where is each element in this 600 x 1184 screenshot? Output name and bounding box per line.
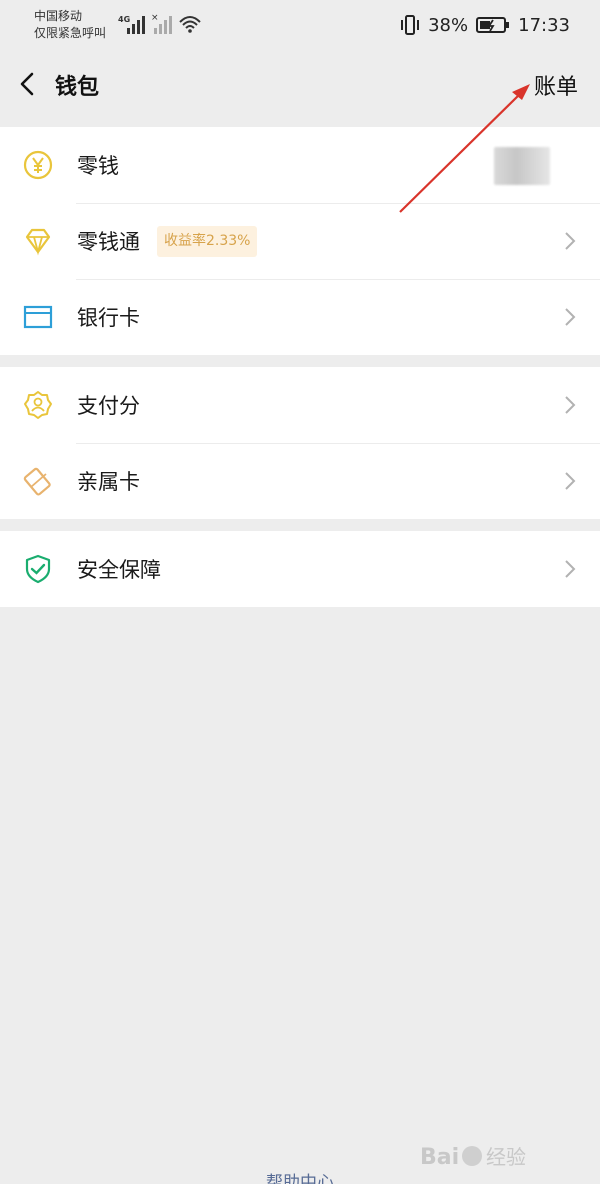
diamond-icon — [25, 228, 51, 256]
list-item-label: 零钱通 — [77, 230, 140, 254]
carrier-name: 中国移动 — [34, 9, 83, 23]
list-item-label: 零钱 — [77, 154, 119, 178]
svg-text:Bai: Bai — [420, 1145, 459, 1170]
list-item-label: 安全保障 — [77, 558, 161, 582]
family-card-icon — [23, 467, 51, 496]
chevron-right-icon — [565, 232, 576, 250]
chevron-right-icon — [565, 560, 576, 578]
vibrate-icon — [401, 15, 420, 35]
badge-person-icon — [24, 391, 52, 419]
clock: 17:33 — [518, 14, 570, 36]
list-item-label: 银行卡 — [77, 306, 140, 330]
list-item-label: 支付分 — [77, 394, 140, 418]
list-item-change[interactable]: 零钱 — [0, 127, 600, 203]
battery-percent: 38% — [428, 14, 469, 36]
shield-check-icon — [25, 554, 51, 584]
bank-card-icon — [23, 305, 53, 329]
list-item-lingqiantong[interactable]: 零钱通 收益率2.33% — [0, 203, 600, 279]
wallet-group: 零钱 零钱通 收益率2.33% 银行卡 — [0, 127, 600, 355]
signal-icon: 4G × — [118, 13, 201, 34]
watermark-text: 经验 — [486, 1145, 526, 1169]
svg-text:×: × — [151, 13, 159, 23]
list-item-label: 亲属卡 — [77, 470, 140, 494]
list-item-security[interactable]: 安全保障 — [0, 531, 600, 607]
nav-bar: 钱包 账单 — [0, 52, 600, 118]
carrier-info: 中国移动 仅限紧急呼叫 — [34, 8, 106, 42]
security-group: 安全保障 — [0, 531, 600, 607]
status-bar: 中国移动 仅限紧急呼叫 4G × 38% 17:33 — [0, 0, 600, 52]
carrier-note: 仅限紧急呼叫 — [34, 26, 107, 40]
list-item-bank-card[interactable]: 银行卡 — [0, 279, 600, 355]
yuan-coin-icon — [23, 150, 53, 180]
chevron-right-icon — [565, 308, 576, 326]
chevron-right-icon — [565, 396, 576, 414]
service-group: 支付分 亲属卡 — [0, 367, 600, 519]
chevron-right-icon — [565, 472, 576, 490]
page-title: 钱包 — [55, 75, 100, 100]
list-item-family-card[interactable]: 亲属卡 — [0, 443, 600, 519]
balance-value-blurred — [494, 147, 550, 185]
back-icon[interactable] — [16, 69, 38, 99]
baidu-jingyan-watermark: Bai 经验 — [420, 1145, 526, 1170]
bill-button[interactable]: 账单 — [534, 69, 578, 101]
list-item-pay-score[interactable]: 支付分 — [0, 367, 600, 443]
battery-icon — [476, 17, 510, 33]
network-type: 4G — [118, 15, 130, 24]
status-right: 38% 17:33 — [400, 12, 570, 38]
yield-badge: 收益率2.33% — [157, 226, 258, 257]
